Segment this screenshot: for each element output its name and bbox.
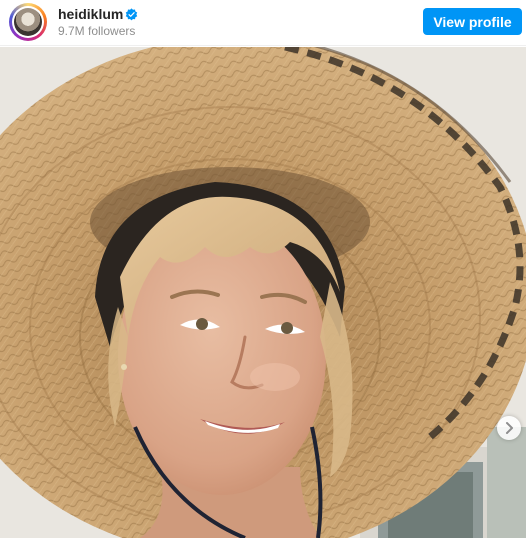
avatar-frame: [12, 6, 44, 38]
followers-count: 9.7M followers: [58, 24, 136, 38]
username-link[interactable]: heidiklum: [58, 6, 123, 23]
verified-badge-icon: [125, 8, 138, 21]
post-image[interactable]: [0, 47, 526, 538]
post-photo-illustration: [0, 47, 526, 538]
view-profile-button[interactable]: View profile: [423, 8, 522, 35]
chevron-right-icon: [506, 422, 513, 434]
post-header: heidiklum 9.7M followers View profile: [0, 0, 526, 46]
avatar[interactable]: [9, 3, 47, 41]
carousel-next-button[interactable]: [497, 416, 521, 440]
avatar-image: [14, 8, 42, 36]
